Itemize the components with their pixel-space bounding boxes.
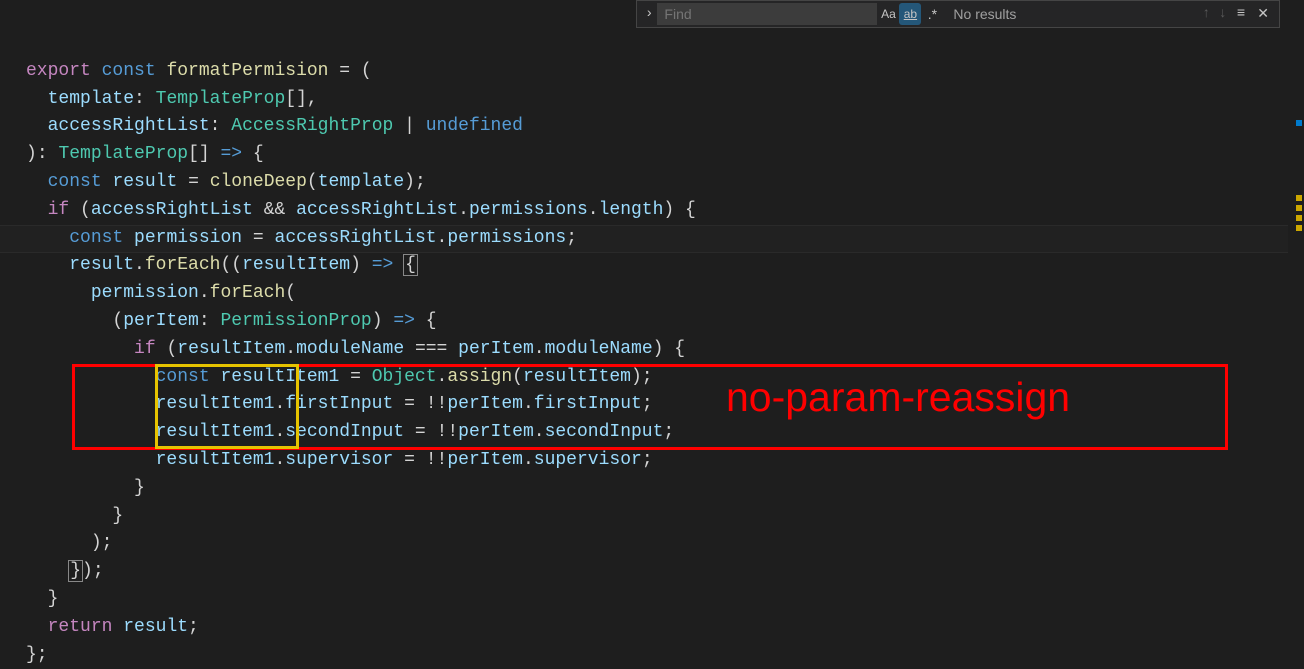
scrollbar-marker	[1296, 120, 1302, 126]
find-in-selection-icon[interactable]: ≡	[1231, 6, 1251, 22]
match-whole-word-button[interactable]: ab	[899, 3, 921, 25]
code-line: }	[26, 478, 145, 498]
code-editor[interactable]: export const formatPermision = ( templat…	[0, 0, 1304, 669]
code-line: );	[26, 533, 112, 553]
code-line: resultItem1.firstInput = !!perItem.first…	[26, 394, 653, 414]
code-line: export const formatPermision = (	[26, 61, 372, 81]
code-line: }	[26, 506, 123, 526]
code-line: result.forEach((resultItem) => {	[26, 255, 417, 275]
code-line: if (accessRightList && accessRightList.p…	[26, 200, 696, 220]
code-line: return result;	[26, 617, 199, 637]
code-line: });	[26, 561, 104, 581]
scrollbar-marker	[1296, 225, 1302, 231]
expand-replace-icon[interactable]: ›	[641, 6, 657, 22]
close-find-icon[interactable]: ✕	[1251, 6, 1275, 23]
code-line: template: TemplateProp[],	[26, 89, 318, 109]
previous-match-icon[interactable]: ↑	[1198, 6, 1214, 22]
editor-scrollbar[interactable]	[1288, 0, 1304, 648]
matched-bracket: }	[68, 560, 83, 582]
code-line: resultItem1.supervisor = !!perItem.super…	[26, 450, 653, 470]
code-line: const resultItem1 = Object.assign(result…	[26, 367, 653, 387]
use-regex-button[interactable]: .*	[921, 3, 943, 25]
match-case-button[interactable]: Aa	[877, 3, 899, 25]
code-line: if (resultItem.moduleName === perItem.mo…	[26, 339, 685, 359]
code-line: resultItem1.secondInput = !!perItem.seco…	[26, 422, 674, 442]
find-input[interactable]	[657, 3, 877, 25]
code-line: accessRightList: AccessRightProp | undef…	[26, 116, 523, 136]
scrollbar-marker	[1296, 215, 1302, 221]
next-match-icon[interactable]: ↓	[1214, 6, 1230, 22]
code-line: ): TemplateProp[] => {	[26, 144, 264, 164]
code-line: permission.forEach(	[26, 283, 296, 303]
scrollbar-marker	[1296, 195, 1302, 201]
code-line: (perItem: PermissionProp) => {	[26, 311, 437, 331]
code-line: const permission = accessRightList.permi…	[26, 228, 577, 248]
matched-bracket: {	[403, 254, 418, 276]
scrollbar-marker	[1296, 205, 1302, 211]
code-line: }	[26, 589, 58, 609]
find-results-count: No results	[943, 6, 1026, 22]
code-line: const result = cloneDeep(template);	[26, 172, 426, 192]
find-widget[interactable]: › Aa ab .* No results ↑ ↓ ≡ ✕	[636, 0, 1280, 28]
